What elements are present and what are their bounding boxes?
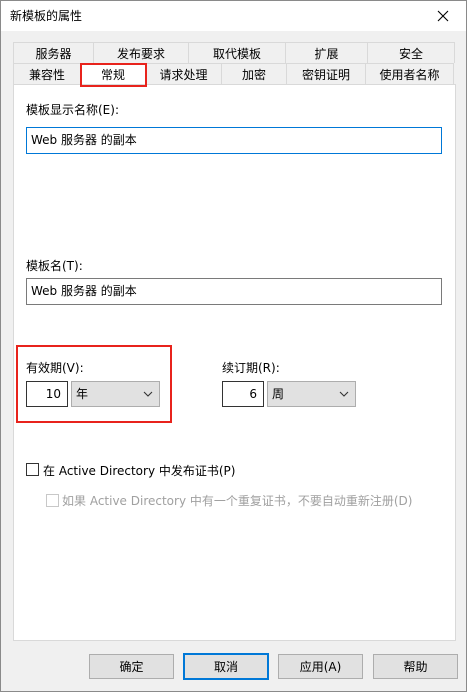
tab-cryptography[interactable]: 加密 <box>221 63 287 84</box>
publish-ad-checkbox[interactable] <box>26 463 39 476</box>
validity-unit-select[interactable]: 年 <box>71 381 160 407</box>
tab-compatibility[interactable]: 兼容性 <box>13 63 81 84</box>
tab-row-1: 服务器 发布要求 取代模板 扩展 安全 <box>13 42 455 63</box>
tab-server[interactable]: 服务器 <box>13 42 94 63</box>
close-icon[interactable] <box>420 1 466 31</box>
help-button[interactable]: 帮助 <box>373 654 458 679</box>
apply-button[interactable]: 应用(A) <box>278 654 363 679</box>
template-name-input[interactable]: Web 服务器 的副本 <box>26 278 442 305</box>
renewal-period-label: 续订期(R): <box>222 361 280 375</box>
renewal-unit-select[interactable]: 周 <box>267 381 356 407</box>
title-bar: 新模板的属性 <box>1 1 466 31</box>
tab-extensions[interactable]: 扩展 <box>285 42 368 63</box>
display-name-input[interactable]: Web 服务器 的副本 <box>26 127 442 154</box>
cancel-button[interactable]: 取消 <box>183 653 269 680</box>
window-title: 新模板的属性 <box>10 9 83 23</box>
tab-general[interactable]: 常规 <box>80 63 146 84</box>
chevron-down-icon <box>339 391 349 397</box>
ok-button[interactable]: 确定 <box>89 654 174 679</box>
tab-subject-name[interactable]: 使用者名称 <box>365 63 454 84</box>
tab-request-handling[interactable]: 请求处理 <box>145 63 222 84</box>
renewal-unit-value: 周 <box>272 387 285 401</box>
display-name-label: 模板显示名称(E): <box>26 103 119 117</box>
close-glyph <box>437 10 449 22</box>
tab-key-attestation[interactable]: 密钥证明 <box>286 63 366 84</box>
publish-ad-label: 在 Active Directory 中发布证书(P) <box>43 464 236 478</box>
chevron-down-icon <box>143 391 153 397</box>
validity-period-input[interactable]: 10 <box>26 381 68 407</box>
no-reenroll-label: 如果 Active Directory 中有一个重复证书，不要自动重新注册(D) <box>62 494 413 508</box>
no-reenroll-checkbox[interactable] <box>46 494 59 507</box>
tab-issuance-requirements[interactable]: 发布要求 <box>93 42 189 63</box>
validity-period-label: 有效期(V): <box>26 361 84 375</box>
tab-security[interactable]: 安全 <box>367 42 455 63</box>
template-name-label: 模板名(T): <box>26 259 83 273</box>
tab-superseded-templates[interactable]: 取代模板 <box>188 42 286 63</box>
properties-dialog: 新模板的属性 服务器 发布要求 取代模板 扩展 安全 兼容性 常规 请求处理 加… <box>0 0 467 692</box>
renewal-period-input[interactable]: 6 <box>222 381 264 407</box>
tab-row-2: 兼容性 常规 请求处理 加密 密钥证明 使用者名称 <box>13 63 454 84</box>
validity-unit-value: 年 <box>76 387 89 401</box>
